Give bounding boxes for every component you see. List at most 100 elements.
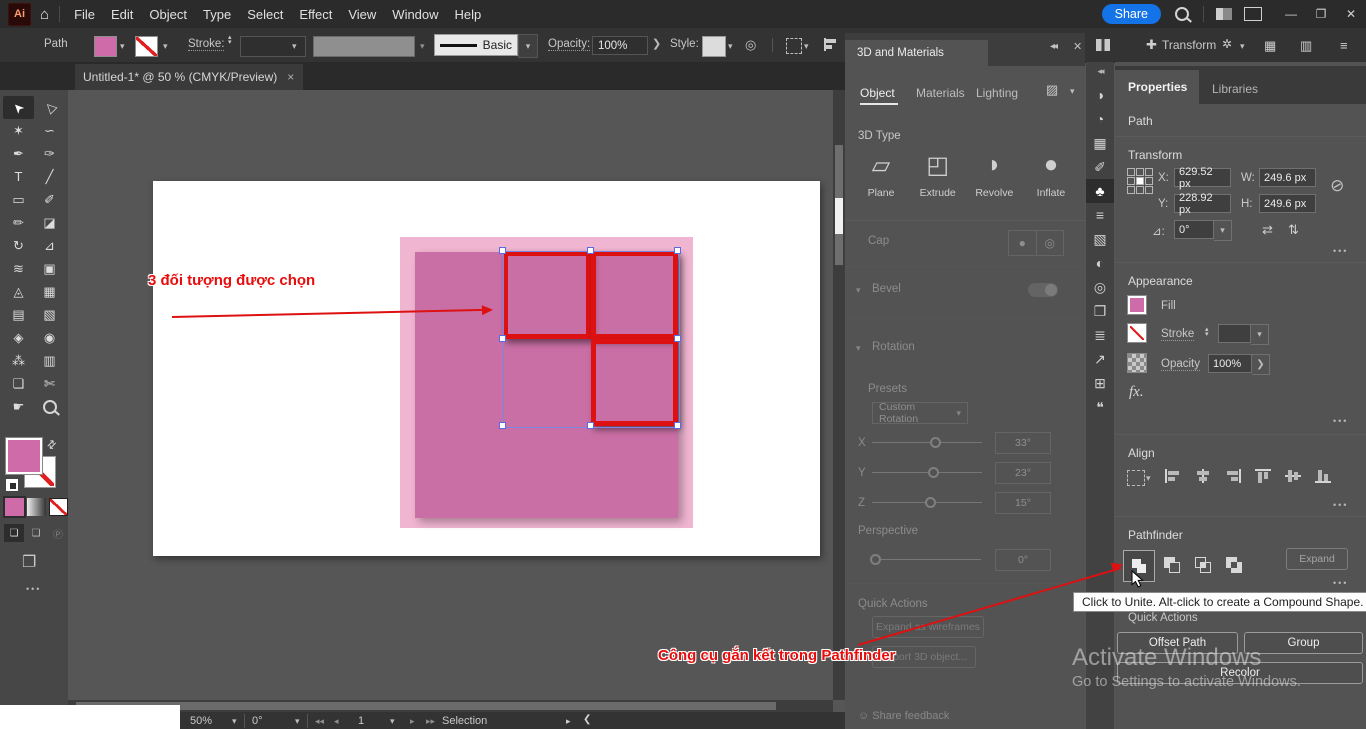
minimize-button[interactable]: — <box>1276 7 1306 21</box>
slider-value-x[interactable]: 33° <box>995 432 1051 454</box>
rotation-value[interactable]: 0° <box>252 715 263 727</box>
appearance-stroke-swatch[interactable] <box>1128 324 1146 342</box>
perspective-slider-track[interactable] <box>876 559 981 560</box>
flip-horizontal-icon[interactable]: ⇄ <box>1262 222 1273 238</box>
width-profile-dropdown[interactable] <box>313 36 415 57</box>
column-view-icon[interactable]: ▥ <box>1300 38 1312 54</box>
selection-handle[interactable] <box>674 335 681 342</box>
slice-tool[interactable]: ✄ <box>34 372 65 395</box>
slider-knob-y[interactable] <box>928 467 939 478</box>
h-field[interactable]: 249.6 px <box>1259 194 1316 213</box>
align-center-vertical-icon[interactable] <box>1284 468 1302 484</box>
document-tab[interactable]: Untitled-1* @ 50 % (CMYK/Preview) × <box>75 64 303 90</box>
workspace-switcher-icon[interactable] <box>1216 8 1232 20</box>
status-collapse-icon[interactable]: ❮ <box>583 714 591 725</box>
prev-artboard-icon[interactable]: ◂ <box>334 716 339 727</box>
transform-more-options-icon[interactable]: ••• <box>1333 246 1348 256</box>
reference-point-grid[interactable] <box>1127 168 1153 194</box>
gradient-mode-button[interactable] <box>27 498 46 516</box>
brushes-icon[interactable]: ✐ <box>1086 155 1114 179</box>
perspective-slider-knob[interactable] <box>870 554 881 565</box>
asset-export-icon[interactable]: ⊞ <box>1086 371 1114 395</box>
mesh-tool[interactable]: ▤ <box>3 303 34 326</box>
width-tool[interactable]: ≋ <box>3 257 34 280</box>
stroke-unit-dropdown-icon[interactable]: ▾ <box>1251 324 1269 345</box>
none-mode-button[interactable] <box>49 498 68 516</box>
color-mode-button[interactable] <box>5 498 24 516</box>
canvas-area[interactable] <box>68 90 833 700</box>
opacity-panel-icon[interactable]: ❯ <box>1252 354 1270 375</box>
stroke-weight-stepper[interactable]: ▴▾ <box>228 35 232 45</box>
cap-inflated-icon[interactable]: ◎ <box>1037 231 1064 255</box>
artboard-number[interactable]: 1 <box>358 715 364 727</box>
select-similar-dropdown-icon[interactable]: ▾ <box>804 41 809 52</box>
stroke-stepper[interactable]: ▴▾ <box>1205 324 1209 337</box>
transform-row-label[interactable]: Transform <box>1162 38 1216 52</box>
opacity-value-field[interactable]: 100% <box>1208 354 1252 373</box>
revolve-option[interactable]: ◗Revolve <box>968 151 1020 199</box>
align-to-dropdown-icon[interactable]: ▾ <box>1146 473 1151 484</box>
pathfinder-intersect-button[interactable] <box>1192 554 1214 576</box>
slider-value-z[interactable]: 15° <box>995 492 1051 514</box>
app-logo-icon[interactable]: Ai <box>8 3 31 26</box>
tab-close-icon[interactable]: × <box>287 70 294 84</box>
brush-definition-dropdown[interactable]: Basic <box>434 34 518 56</box>
perspective-grid-tool[interactable]: ▦ <box>34 280 65 303</box>
rotate-tool[interactable]: ↻ <box>3 234 34 257</box>
artboard-dropdown-icon[interactable]: ▾ <box>390 716 395 727</box>
pathfinder-more-options-icon[interactable]: ••• <box>1333 578 1348 588</box>
hand-tool[interactable]: ☛ <box>3 395 34 418</box>
document-setup-globe-icon[interactable]: ◎ <box>745 37 756 53</box>
stroke-weight-label[interactable]: Stroke: <box>188 38 224 51</box>
flip-vertical-icon[interactable]: ⇅ <box>1288 222 1299 238</box>
plane-option[interactable]: ▱Plane <box>855 151 907 199</box>
select-similar-icon[interactable] <box>786 38 802 54</box>
appearance-more-options-icon[interactable]: ••• <box>1333 416 1348 426</box>
horizontal-scrollbar[interactable] <box>68 700 833 712</box>
tab-object[interactable]: Object <box>860 86 895 100</box>
perspective-value-field[interactable]: 0° <box>995 549 1051 571</box>
selection-handle[interactable] <box>499 422 506 429</box>
horizontal-scrollbar-thumb[interactable] <box>76 702 776 710</box>
selection-handle[interactable] <box>674 247 681 254</box>
line-segment-tool[interactable]: ╱ <box>34 165 65 188</box>
artboard-tool[interactable]: ❏ <box>3 372 34 395</box>
menu-item-file[interactable]: File <box>74 7 95 22</box>
panel-columns-icon[interactable] <box>1096 39 1110 51</box>
zoom-dropdown-icon[interactable]: ▾ <box>232 716 237 727</box>
vertical-scrollbar[interactable] <box>833 90 845 700</box>
transparency-icon[interactable]: ◐ <box>1086 251 1114 275</box>
type-tool[interactable]: T <box>3 165 34 188</box>
render-settings-icon[interactable]: ▨ <box>1046 82 1064 100</box>
fx-button[interactable]: fx. <box>1129 384 1144 401</box>
angle-dropdown-icon[interactable]: ▾ <box>1214 220 1232 241</box>
opacity-label[interactable]: Opacity: <box>548 38 590 51</box>
column-graph-tool[interactable]: ▥ <box>34 349 65 372</box>
blend-tool[interactable]: ◉ <box>34 326 65 349</box>
export-icon[interactable]: ↗ <box>1086 347 1114 371</box>
panel-menu-icon[interactable]: ≡ <box>1340 38 1348 53</box>
eraser-tool[interactable]: ◪ <box>34 211 65 234</box>
selection-handle[interactable] <box>499 247 506 254</box>
color-guide-icon[interactable]: ◔ <box>1086 107 1114 131</box>
pen-tool[interactable]: ✒ <box>3 142 34 165</box>
draw-behind-icon[interactable]: ❏ <box>26 524 46 542</box>
stroke-icon[interactable]: ≡ <box>1086 203 1114 227</box>
opacity-field[interactable]: 100% <box>592 36 648 55</box>
default-fill-stroke-icon[interactable] <box>5 478 19 492</box>
slider-knob-x[interactable] <box>930 437 941 448</box>
y-field[interactable]: 228.92 px <box>1174 194 1231 213</box>
selection-tool[interactable]: ➤ <box>3 96 34 119</box>
slider-knob-z[interactable] <box>925 497 936 508</box>
draw-normal-icon[interactable]: ❏ <box>4 524 24 542</box>
rotation-presets-dropdown[interactable]: Custom Rotation▾ <box>872 402 968 424</box>
slider-track-x[interactable] <box>872 442 982 443</box>
edit-toolbar-icon[interactable]: ••• <box>26 584 41 594</box>
eyedropper-tool[interactable]: ◈ <box>3 326 34 349</box>
appearance-icon[interactable]: ◎ <box>1086 275 1114 299</box>
grid-view-icon[interactable]: ▦ <box>1264 38 1276 54</box>
search-icon[interactable] <box>1175 7 1189 21</box>
symbol-sprayer-tool[interactable]: ⁂ <box>3 349 34 372</box>
appearance-stroke-label[interactable]: Stroke <box>1161 328 1194 341</box>
restore-button[interactable]: ❐ <box>1306 7 1336 21</box>
